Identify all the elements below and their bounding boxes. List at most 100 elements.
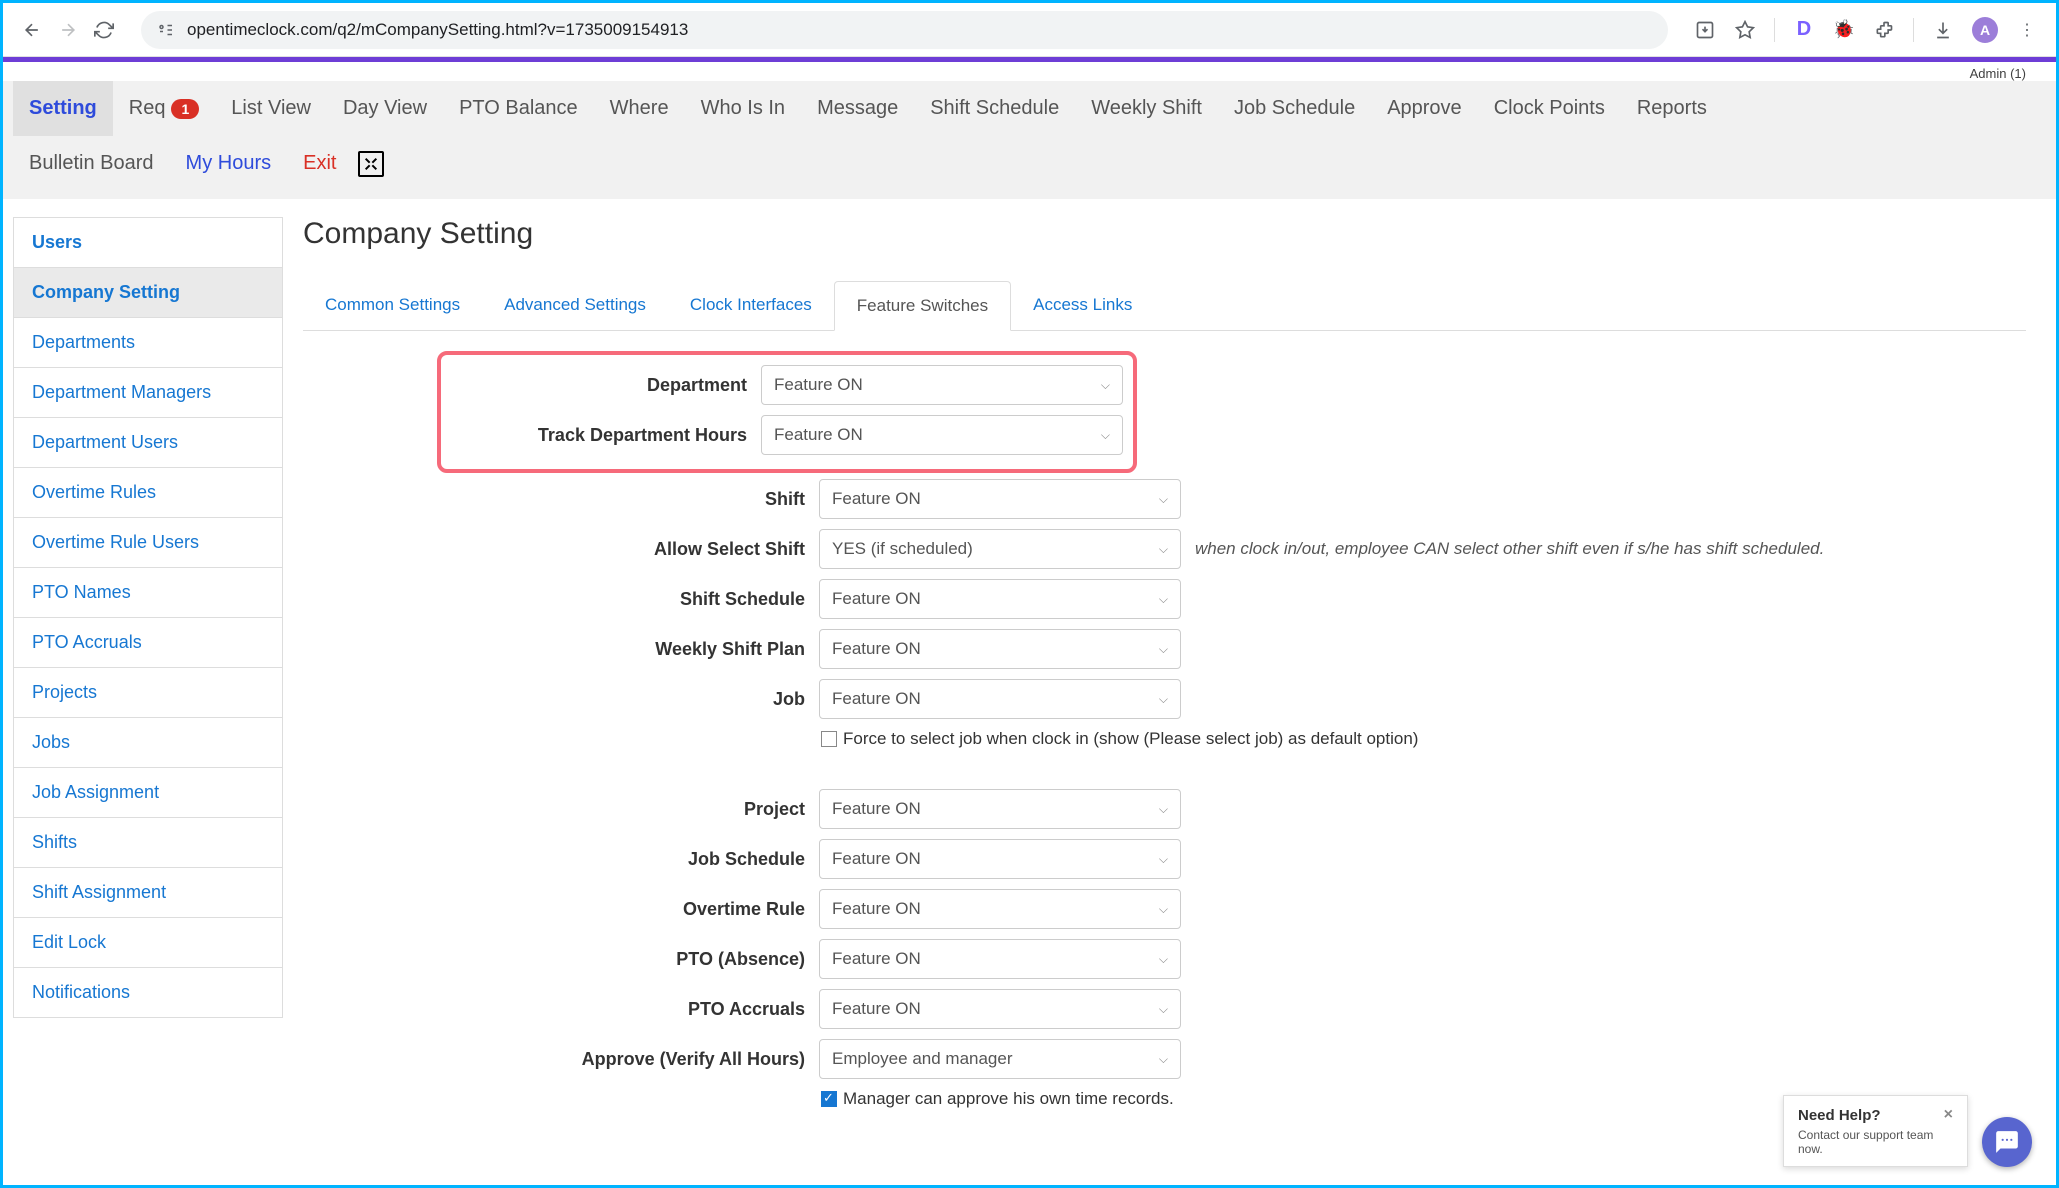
select-overtime-rule[interactable]: Feature ON⌵ [819,889,1181,929]
sidebar-item-company-setting[interactable]: Company Setting [13,267,283,317]
chat-bubble[interactable] [1982,1117,2032,1167]
nav-approve[interactable]: Approve [1371,81,1478,136]
nav-setting[interactable]: Setting [13,81,113,136]
sidebar-item-overtime-rule-users[interactable]: Overtime Rule Users [13,517,283,567]
tabs: Common Settings Advanced Settings Clock … [303,281,2026,331]
nav-message[interactable]: Message [801,81,914,136]
sidebar-item-department-users[interactable]: Department Users [13,417,283,467]
profile-avatar[interactable]: A [1972,17,1998,43]
back-icon[interactable] [21,19,43,41]
tab-common-settings[interactable]: Common Settings [303,281,482,330]
nav-bulletin-board[interactable]: Bulletin Board [13,136,170,191]
select-job[interactable]: Feature ON⌵ [819,679,1181,719]
sidebar-item-pto-names[interactable]: PTO Names [13,567,283,617]
divider [1774,18,1775,42]
browser-bar: opentimeclock.com/q2/mCompanySetting.htm… [3,3,2056,57]
tab-advanced-settings[interactable]: Advanced Settings [482,281,668,330]
form-area: Department Feature ON⌵ Track Department … [303,351,2026,1109]
extension-icon-2[interactable]: 🐞 [1833,19,1855,41]
divider [1913,18,1914,42]
checkbox-manager-approve[interactable] [821,1091,837,1107]
req-badge: 1 [171,99,199,119]
chevron-down-icon: ⌵ [1159,952,1168,967]
nav-reports[interactable]: Reports [1621,81,1723,136]
row-department: Department Feature ON⌵ [447,365,1133,405]
bookmark-icon[interactable] [1734,19,1756,41]
checkbox-force-select-job[interactable] [821,731,837,747]
select-job-schedule[interactable]: Feature ON⌵ [819,839,1181,879]
chevron-down-icon: ⌵ [1159,592,1168,607]
nav-fullscreen[interactable] [352,141,390,187]
nav-weekly-shift[interactable]: Weekly Shift [1075,81,1218,136]
tab-access-links[interactable]: Access Links [1011,281,1154,330]
forward-icon[interactable] [57,19,79,41]
reload-icon[interactable] [93,19,115,41]
select-track-dept[interactable]: Feature ON⌵ [761,415,1123,455]
sidebar-item-job-assignment[interactable]: Job Assignment [13,767,283,817]
nav-shift-schedule[interactable]: Shift Schedule [914,81,1075,136]
menu-icon[interactable]: ⋮ [2016,19,2038,41]
download-icon[interactable] [1932,19,1954,41]
label-shift-schedule: Shift Schedule [443,589,805,610]
select-allow-select-shift[interactable]: YES (if scheduled)⌵ [819,529,1181,569]
label-overtime-rule: Overtime Rule [443,899,805,920]
nav-my-hours[interactable]: My Hours [170,136,288,191]
nav-list-view[interactable]: List View [215,81,327,136]
chat-icon [1994,1129,2020,1155]
nav-exit[interactable]: Exit [287,136,352,191]
nav-job-schedule[interactable]: Job Schedule [1218,81,1371,136]
nav-pto-balance[interactable]: PTO Balance [443,81,594,136]
sidebar-item-overtime-rules[interactable]: Overtime Rules [13,467,283,517]
tab-clock-interfaces[interactable]: Clock Interfaces [668,281,834,330]
sidebar-item-department-managers[interactable]: Department Managers [13,367,283,417]
nav-req[interactable]: Req1 [113,81,216,136]
select-weekly-shift-plan[interactable]: Feature ON⌵ [819,629,1181,669]
url-bar[interactable]: opentimeclock.com/q2/mCompanySetting.htm… [141,11,1668,49]
tab-feature-switches[interactable]: Feature Switches [834,281,1011,331]
label-job: Job [443,689,805,710]
label-pto-accruals: PTO Accruals [443,999,805,1020]
chevron-down-icon: ⌵ [1159,852,1168,867]
select-approve[interactable]: Employee and manager⌵ [819,1039,1181,1079]
sidebar-item-edit-lock[interactable]: Edit Lock [13,917,283,967]
d-extension-icon[interactable]: D [1793,19,1815,41]
row-job-checkbox: Force to select job when clock in (show … [443,729,2026,749]
chevron-down-icon: ⌵ [1101,428,1110,443]
sidebar-item-projects[interactable]: Projects [13,667,283,717]
chevron-down-icon: ⌵ [1159,1002,1168,1017]
select-project[interactable]: Feature ON⌵ [819,789,1181,829]
row-approve: Approve (Verify All Hours) Employee and … [443,1039,2026,1079]
sidebar-item-departments[interactable]: Departments [13,317,283,367]
install-icon[interactable] [1694,19,1716,41]
row-pto-accruals: PTO Accruals Feature ON⌵ [443,989,2026,1029]
sidebar-item-shifts[interactable]: Shifts [13,817,283,867]
select-department[interactable]: Feature ON⌵ [761,365,1123,405]
sidebar-item-shift-assignment[interactable]: Shift Assignment [13,867,283,917]
chevron-down-icon: ⌵ [1159,692,1168,707]
sidebar-item-pto-accruals[interactable]: PTO Accruals [13,617,283,667]
nav-who-is-in[interactable]: Who Is In [685,81,801,136]
nav-day-view[interactable]: Day View [327,81,443,136]
select-shift-schedule[interactable]: Feature ON⌵ [819,579,1181,619]
site-settings-icon[interactable] [157,21,175,39]
select-shift[interactable]: Feature ON⌵ [819,479,1181,519]
chevron-down-icon: ⌵ [1159,492,1168,507]
row-track-dept: Track Department Hours Feature ON⌵ [447,415,1133,455]
chevron-down-icon: ⌵ [1159,1052,1168,1067]
select-pto-accruals[interactable]: Feature ON⌵ [819,989,1181,1029]
row-allow-select-shift: Allow Select Shift YES (if scheduled)⌵ w… [443,529,2026,569]
label-project: Project [443,799,805,820]
extensions-icon[interactable] [1873,19,1895,41]
sidebar-item-users[interactable]: Users [13,217,283,267]
nav-where[interactable]: Where [594,81,685,136]
label-pto-absence: PTO (Absence) [443,949,805,970]
sidebar-item-jobs[interactable]: Jobs [13,717,283,767]
close-icon[interactable]: × [1944,1106,1953,1124]
nav-clock-points[interactable]: Clock Points [1478,81,1621,136]
chevron-down-icon: ⌵ [1159,642,1168,657]
row-shift: Shift Feature ON⌵ [443,479,2026,519]
sidebar-item-notifications[interactable]: Notifications [13,967,283,1018]
right-icons: D 🐞 A ⋮ [1686,17,2046,43]
select-pto-absence[interactable]: Feature ON⌵ [819,939,1181,979]
row-overtime-rule: Overtime Rule Feature ON⌵ [443,889,2026,929]
